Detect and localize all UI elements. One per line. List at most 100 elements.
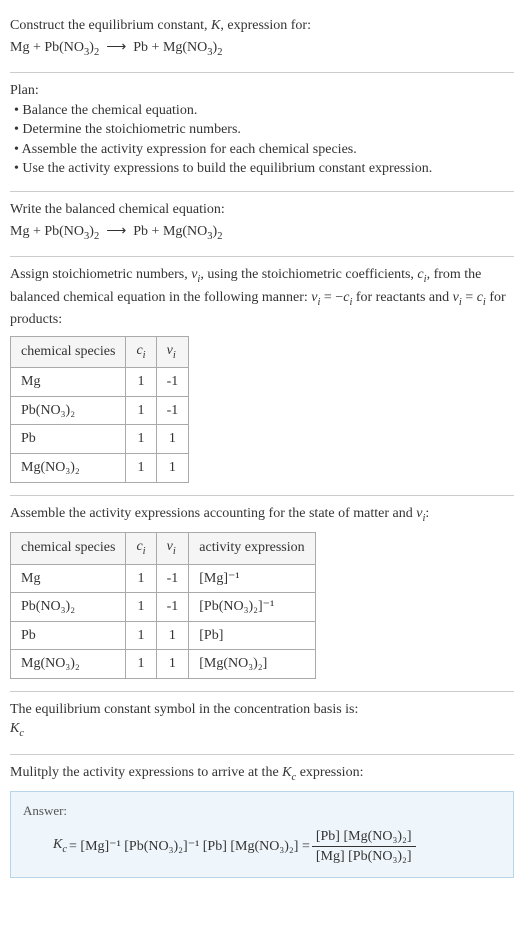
answer-section: Mulitply the activity expressions to arr… [10,755,514,890]
col-species: chemical species [11,336,126,367]
mul-a: Mulitply the activity expressions to arr… [10,765,282,780]
cell-species: Pb [11,425,126,454]
cell-species: Mg [11,368,126,397]
plan-item-3: • Use the activity expressions to build … [14,159,514,179]
table-row: Mg1-1 [11,368,189,397]
cell-ci: 1 [126,593,156,622]
sub3b: 3 [207,46,212,57]
eq-react: = − [320,290,343,305]
cell-vi: 1 [156,621,189,650]
stoich-table: chemical species ci νi Mg1-1 Pb(NO₃)₂1-1… [10,336,189,483]
plan-item-2-text: Assemble the activity expression for eac… [22,142,357,157]
cell-vi: -1 [156,368,189,397]
col-vi: νi [156,533,189,564]
ans-middle: = [Mg]⁻¹ [Pb(NO₃)₂]⁻¹ [Pb] [Mg(NO₃)₂] = [69,837,310,857]
activity-heading: Assemble the activity expressions accoun… [10,504,514,526]
table-row: Pb11 [11,425,189,454]
ans-Kc: Kc [53,835,67,857]
cell-species: Pb(NO₃)₂ [11,593,126,622]
plan-item-2: • Assemble the activity expression for e… [14,140,514,160]
plan-item-1-text: Determine the stoichiometric numbers. [22,122,241,137]
stoich-a: Assign stoichiometric numbers, [10,267,191,282]
table-row: Pb11[Pb] [11,621,316,650]
answer-equation: Kc = [Mg]⁻¹ [Pb(NO₃)₂]⁻¹ [Pb] [Mg(NO₃)₂]… [23,827,501,867]
cell-expr: [Pb(NO₃)₂]⁻¹ [189,593,315,622]
col-expr: activity expression [189,533,315,564]
sub2b: 2 [217,46,222,57]
cell-ci: 1 [126,621,156,650]
table-row: Pb(NO₃)₂1-1[Pb(NO₃)₂]⁻¹ [11,593,316,622]
table-header-row: chemical species ci νi [11,336,189,367]
table-row: Mg(NO₃)₂11[Mg(NO₃)₂] [11,650,316,679]
plan-heading: Plan: [10,81,514,101]
stoich-section: Assign stoichiometric numbers, νi, using… [10,257,514,495]
col-ci: ci [126,533,156,564]
ans-K: K [53,837,62,852]
cell-vi: 1 [156,650,189,679]
sub3: 3 [84,46,89,57]
cell-ci: 1 [126,396,156,425]
cell-species: Mg(NO₃)₂ [11,453,126,482]
Kc-c: c [19,728,24,739]
product-text: Pb + Mg(NO [133,40,207,55]
multiply-heading: Mulitply the activity expressions to arr… [10,763,514,785]
cell-expr: [Mg]⁻¹ [189,564,315,593]
cell-ci: 1 [126,425,156,454]
sub2: 2 [94,46,99,57]
cell-expr: [Pb] [189,621,315,650]
col-ci: ci [126,336,156,367]
symbol-value: Kc [10,719,514,741]
ah2i: i [173,546,176,557]
reactant-text: Mg + Pb(NO [10,40,84,55]
balanced-section: Write the balanced chemical equation: Mg… [10,192,514,257]
bal-reactant: Mg + Pb(NO [10,224,84,239]
fraction-denominator: [Mg] [Pb(NO₃)₂] [312,847,416,867]
prompt-section: Construct the equilibrium constant, K, e… [10,8,514,73]
prompt-reaction: Mg + Pb(NO3)2 ⟶ Pb + Mg(NO3)2 [10,38,514,60]
ah1i: i [143,546,146,557]
cell-vi: -1 [156,593,189,622]
bal-arrow-icon: ⟶ [106,224,126,239]
plan-item-3-text: Use the activity expressions to build th… [22,161,432,176]
plan-item-0-text: Balance the chemical equation. [22,103,197,118]
cell-species: Mg [11,564,126,593]
cell-vi: 1 [156,453,189,482]
table-header-row: chemical species ci νi activity expressi… [11,533,316,564]
h2i: i [173,349,176,360]
eq-prod: = [462,290,477,305]
act-a: Assemble the activity expressions accoun… [10,506,416,521]
cell-species: Pb [11,621,126,650]
balanced-reaction: Mg + Pb(NO3)2 ⟶ Pb + Mg(NO3)2 [10,222,514,244]
table-row: Mg1-1[Mg]⁻¹ [11,564,316,593]
mul-b: expression: [296,765,363,780]
bal-sub2: 2 [94,230,99,241]
cell-ci: 1 [126,368,156,397]
answer-label: Answer: [23,802,501,820]
table-row: Mg(NO₃)₂11 [11,453,189,482]
h0: chemical species [21,344,115,359]
plan-item-1: • Determine the stoichiometric numbers. [14,120,514,140]
stoich-text: Assign stoichiometric numbers, νi, using… [10,265,514,330]
cell-ci: 1 [126,650,156,679]
stoich-b: , using the stoichiometric coefficients, [200,267,417,282]
activity-table: chemical species ci νi activity expressi… [10,532,316,679]
cell-ci: 1 [126,453,156,482]
ans-c: c [62,844,67,855]
bal-product: Pb + Mg(NO [133,224,207,239]
table-row: Pb(NO₃)₂1-1 [11,396,189,425]
Kc-K: K [10,721,19,736]
cell-ci: 1 [126,564,156,593]
fraction-numerator: [Pb] [Mg(NO₃)₂] [312,827,416,848]
bal-sub2b: 2 [217,230,222,241]
cell-vi: 1 [156,425,189,454]
cell-species: Mg(NO₃)₂ [11,650,126,679]
arrow-icon: ⟶ [106,40,126,55]
col-species: chemical species [11,533,126,564]
prompt-text-a: Construct the equilibrium constant, [10,18,211,33]
answer-box: Answer: Kc = [Mg]⁻¹ [Pb(NO₃)₂]⁻¹ [Pb] [M… [10,791,514,877]
cell-vi: -1 [156,564,189,593]
bal-sub3: 3 [84,230,89,241]
symbol-section: The equilibrium constant symbol in the c… [10,692,514,755]
mul-K: K [282,765,291,780]
plan-section: Plan: • Balance the chemical equation. •… [10,73,514,192]
